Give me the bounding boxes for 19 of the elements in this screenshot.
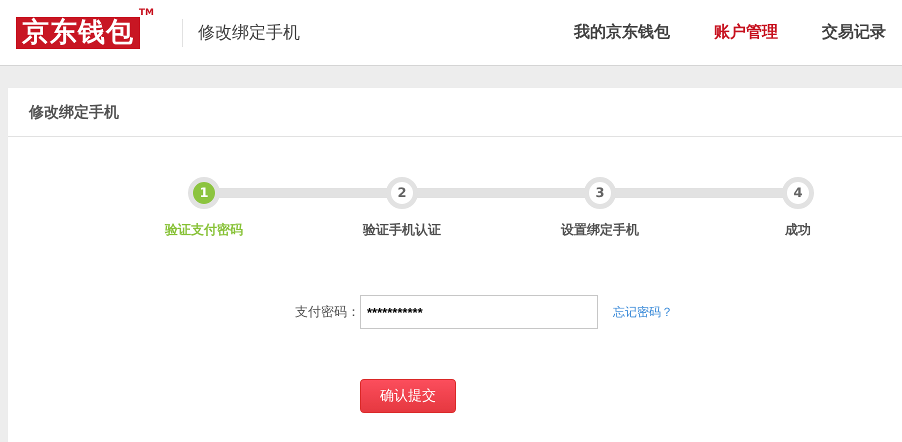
logo: 京东钱包 [16, 16, 140, 48]
step-number: 3 [584, 177, 616, 209]
trademark: TM [138, 8, 154, 18]
step-number: 2 [386, 177, 418, 209]
step-number: 4 [782, 177, 814, 209]
password-field[interactable]: *********** [360, 295, 598, 329]
nav-link[interactable]: 账户管理 [714, 22, 778, 43]
forgot-password-link[interactable]: 忘记密码？ [613, 304, 673, 320]
step-label: 成功 [785, 222, 811, 239]
step-label: 验证手机认证 [363, 222, 441, 239]
nav-link[interactable]: 交易记录 [822, 22, 886, 43]
page-subtitle: 修改绑定手机 [198, 22, 300, 44]
step-label: 设置绑定手机 [561, 222, 639, 239]
step-number: 1 [188, 177, 220, 209]
submit-button[interactable]: 确认提交 [360, 379, 456, 413]
field-label: 支付密码： [294, 304, 360, 321]
nav-link[interactable]: 我的京东钱包 [574, 22, 670, 43]
step-label: 验证支付密码 [165, 222, 243, 239]
panel-title: 修改绑定手机 [29, 102, 119, 122]
